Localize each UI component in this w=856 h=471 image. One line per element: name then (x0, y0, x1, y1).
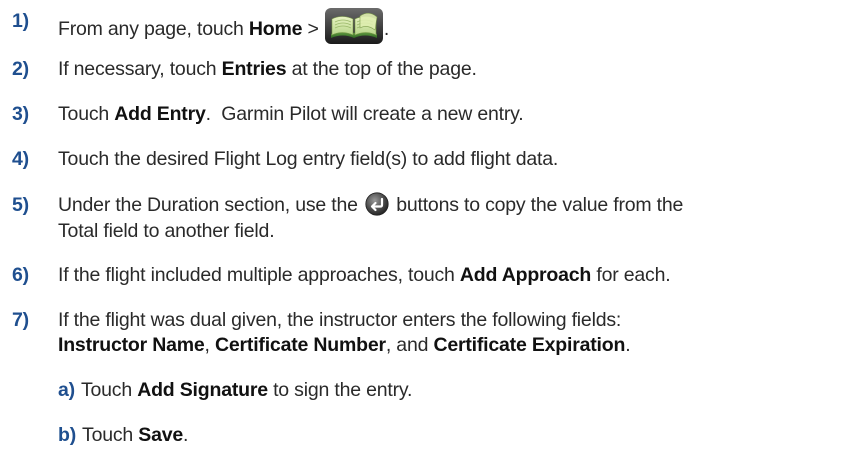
add-approach-label: Add Approach (459, 264, 592, 286)
logbook-icon (324, 8, 383, 44)
enter-icon (365, 192, 389, 216)
step-text: Under the Duration section, use the butt… (58, 192, 838, 218)
step-number: 5) (12, 194, 29, 216)
substep-a: a) Touch Add Signature to sign the entry. (58, 377, 838, 403)
step-text-part: > (302, 18, 324, 40)
step-text-part: Under the Duration section, use the (58, 194, 363, 216)
certificate-number-label: Certificate Number (214, 334, 386, 356)
step-number: 1) (12, 10, 29, 32)
step-text: From any page, touch Home > . (58, 8, 838, 44)
step-text-part: . (383, 18, 390, 40)
save-label: Save (138, 424, 184, 446)
step-text-part: for each. (591, 264, 671, 286)
step-number: 4) (12, 148, 29, 170)
instruction-page: 1) From any page, touch Home > . 2) If n… (0, 0, 856, 471)
substep-text-part: Touch (82, 424, 139, 446)
instructor-name-label: Instructor Name (58, 334, 205, 356)
step-text-part: If the flight included multiple approach… (58, 264, 460, 286)
step-text-part: , (204, 334, 215, 356)
step-text-line2: Total field to another field. (58, 220, 275, 242)
step-text-part: . Garmin Pilot will create a new entry. (205, 103, 524, 125)
substep-text-part: to sign the entry. (267, 379, 413, 401)
step-text: If necessary, touch Entries at the top o… (58, 56, 838, 82)
home-label: Home (248, 18, 303, 40)
substep-b: b) Touch Save. (58, 422, 838, 448)
step-text-part: at the top of the page. (286, 58, 477, 80)
step-number: 6) (12, 264, 29, 286)
step-text: Touch the desired Flight Log entry field… (58, 148, 559, 170)
certificate-expiration-label: Certificate Expiration (433, 334, 626, 356)
step-text: Touch Add Entry. Garmin Pilot will creat… (58, 101, 838, 127)
step-text-part: . (625, 334, 631, 356)
substep-text-part: . (183, 424, 189, 446)
step-text-line2: Instructor Name, Certificate Number, and… (58, 332, 838, 358)
step-number: 7) (12, 309, 29, 331)
step-text-part: , and (385, 334, 434, 356)
add-signature-label: Add Signature (137, 379, 268, 401)
substep-label: a) (58, 379, 75, 401)
step-number: 2) (12, 58, 29, 80)
step-text-part: buttons to copy the value from the (390, 194, 684, 216)
substep-label: b) (58, 424, 77, 446)
step-text-part: Touch (58, 103, 115, 125)
entries-label: Entries (221, 58, 287, 80)
step-number: 3) (12, 103, 29, 125)
step-text-part: From any page, touch (58, 18, 249, 40)
substep-text-part: Touch (80, 379, 138, 401)
step-text: If the flight included multiple approach… (58, 262, 838, 288)
step-text: If the flight was dual given, the instru… (58, 309, 622, 331)
step-text-part: If necessary, touch (58, 58, 222, 80)
add-entry-label: Add Entry (114, 103, 206, 125)
